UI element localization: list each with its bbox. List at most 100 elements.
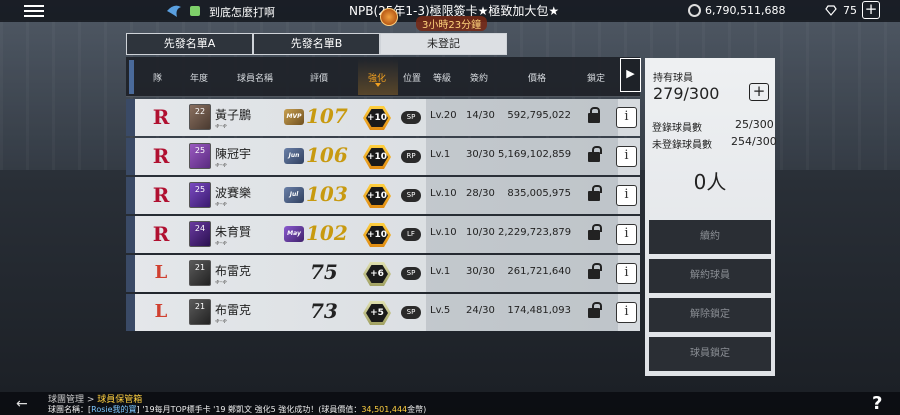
- tab-unregistered[interactable]: 未登記: [380, 33, 507, 55]
- lock-open-icon[interactable]: [588, 263, 602, 279]
- position-badge: SP: [401, 189, 421, 202]
- player-contract: 30/30: [466, 266, 495, 277]
- row-stripe: [126, 294, 135, 331]
- rating-badge-icon: Jun: [284, 148, 304, 164]
- position-badge: SP: [401, 306, 421, 319]
- player-level: Lv.20: [430, 110, 457, 121]
- player-level: Lv.10: [430, 188, 457, 199]
- player-contract: 24/30: [466, 305, 495, 316]
- rating-badge-icon: MVP: [284, 109, 304, 125]
- team-logo-icon: R: [152, 183, 170, 207]
- info-button[interactable]: i: [616, 185, 637, 206]
- renew-contract-button[interactable]: 續約: [649, 220, 771, 254]
- player-stats-mini: ቀ-ቀ: [215, 122, 227, 130]
- info-button[interactable]: i: [616, 224, 637, 245]
- player-price: 261,721,640: [507, 266, 571, 277]
- table-header: 隊 年度 球員名稱 評價 強化 位置 等級 簽約 價格 鎖定: [126, 57, 640, 97]
- diamond-icon: [825, 5, 837, 16]
- player-rating: 107: [306, 104, 348, 128]
- unlock-button[interactable]: 解除鎖定: [649, 298, 771, 332]
- player-rating: 73: [310, 299, 338, 323]
- player-contract: 14/30: [466, 110, 495, 121]
- top-bar: 到底怎麼打啊 NPB(25年1-3)極限簽卡★極致加大包★ 3小時23分鐘 6,…: [0, 0, 900, 31]
- player-name: 陳冠宇: [215, 147, 252, 161]
- header-price[interactable]: 價格: [528, 71, 546, 84]
- unregistered-value: 254/300: [731, 135, 777, 148]
- player-level: Lv.5: [430, 305, 451, 316]
- player-name: 布雷克: [215, 303, 252, 317]
- diamond-balance: 75: [843, 4, 857, 17]
- panel-title: 持有球員: [653, 73, 693, 84]
- header-lock[interactable]: 鎖定: [587, 71, 605, 84]
- event-badge-icon[interactable]: [380, 8, 398, 26]
- unregistered-label: 未登錄球員數: [652, 140, 712, 151]
- header-year[interactable]: 年度: [190, 71, 208, 84]
- header-team[interactable]: 隊: [153, 71, 162, 84]
- team-logo-icon: L: [154, 262, 168, 283]
- add-diamond-button[interactable]: +: [862, 1, 880, 19]
- year-card-icon: 21: [189, 260, 211, 286]
- roster-summary-panel: 持有球員 279/300 + 登錄球員數 25/300 未登錄球員數 254/3…: [645, 58, 777, 376]
- menu-icon[interactable]: [24, 5, 44, 18]
- position-badge: LF: [401, 228, 421, 241]
- player-level: Lv.1: [430, 266, 451, 277]
- header-name[interactable]: 球員名稱: [237, 71, 273, 84]
- team-tag-icon: [190, 6, 200, 16]
- player-name: 朱育賢: [215, 225, 252, 239]
- lock-closed-icon[interactable]: [588, 107, 600, 123]
- player-stats-mini: ቀ-ቀ: [215, 161, 227, 169]
- news-ticker: 球團名稱：[Rosie我的寶] '19每月TOP標手卡 '19 鄭凱文 強化5 …: [48, 404, 426, 415]
- table-row[interactable]: R 24 朱育賢 ቀ-ቀ May 102 +10 LF Lv.10 10/30 …: [126, 216, 640, 253]
- player-name: 波賽樂: [215, 186, 252, 200]
- team-logo-icon: R: [152, 144, 170, 168]
- release-player-button[interactable]: 解約球員: [649, 259, 771, 293]
- lock-open-icon[interactable]: [588, 224, 602, 240]
- position-badge: SP: [401, 267, 421, 280]
- player-stats-mini: ቀ-ቀ: [215, 239, 227, 247]
- player-price: 835,005,975: [507, 188, 571, 199]
- player-price: 5,169,102,859: [498, 149, 572, 160]
- header-contract[interactable]: 簽約: [470, 71, 488, 84]
- back-arrow-icon[interactable]: ←: [16, 396, 28, 412]
- position-badge: RP: [401, 150, 421, 163]
- table-row[interactable]: L 21 布雷克 ቀ-ቀ 73 +5 SP Lv.5 24/30 174,481…: [126, 294, 640, 331]
- help-icon[interactable]: ?: [872, 393, 882, 414]
- tab-lineup-a[interactable]: 先發名單A: [126, 33, 253, 55]
- player-price: 174,481,093: [507, 305, 571, 316]
- coin-icon: [688, 4, 701, 17]
- header-level[interactable]: 等級: [433, 71, 451, 84]
- year-card-icon: 22: [189, 104, 211, 130]
- player-rating: 102: [306, 221, 348, 245]
- info-button[interactable]: i: [616, 302, 637, 323]
- lock-button[interactable]: 球員鎖定: [649, 337, 771, 371]
- info-button[interactable]: i: [616, 146, 637, 167]
- info-button[interactable]: i: [616, 263, 637, 284]
- bottom-bar: ← 球團管理 > 球員保管箱 球團名稱：[Rosie我的寶] '19每月TOP標…: [0, 392, 900, 415]
- header-position[interactable]: 位置: [403, 71, 421, 84]
- expand-columns-button[interactable]: ▶: [620, 58, 641, 92]
- player-name: 布雷克: [215, 264, 252, 278]
- info-button[interactable]: i: [616, 107, 637, 128]
- tab-lineup-b[interactable]: 先發名單B: [253, 33, 380, 55]
- player-table: 隊 年度 球員名稱 評價 強化 位置 等級 簽約 價格 鎖定 R 22 黃子鵬 …: [126, 57, 640, 377]
- roster-count: 279/300: [653, 84, 720, 103]
- lock-open-icon[interactable]: [588, 146, 602, 162]
- header-stripe: [129, 60, 134, 94]
- player-level: Lv.1: [430, 149, 451, 160]
- ticker-suffix: 金幣): [407, 405, 427, 414]
- player-level: Lv.10: [430, 227, 457, 238]
- player-rating: 106: [306, 143, 348, 167]
- table-row[interactable]: R 22 黃子鵬 ቀ-ቀ MVP 107 +10 SP Lv.20 14/30 …: [126, 99, 640, 136]
- table-row[interactable]: R 25 陳冠宇 ቀ-ቀ Jun 106 +10 RP Lv.1 30/30 5…: [126, 138, 640, 175]
- player-stats-mini: ቀ-ቀ: [215, 317, 227, 325]
- player-rating: 75: [310, 260, 338, 284]
- expand-roster-button[interactable]: +: [749, 83, 769, 101]
- header-rating[interactable]: 評價: [310, 71, 328, 84]
- team-name: 到底怎麼打啊: [209, 6, 275, 19]
- lock-open-icon[interactable]: [588, 302, 602, 318]
- player-contract: 28/30: [466, 188, 495, 199]
- table-row[interactable]: L 21 布雷克 ቀ-ቀ 75 +6 SP Lv.1 30/30 261,721…: [126, 255, 640, 292]
- lock-open-icon[interactable]: [588, 185, 602, 201]
- table-row[interactable]: R 25 波賽樂 ቀ-ቀ Jul 103 +10 SP Lv.10 28/30 …: [126, 177, 640, 214]
- player-price: 2,229,723,879: [498, 227, 572, 238]
